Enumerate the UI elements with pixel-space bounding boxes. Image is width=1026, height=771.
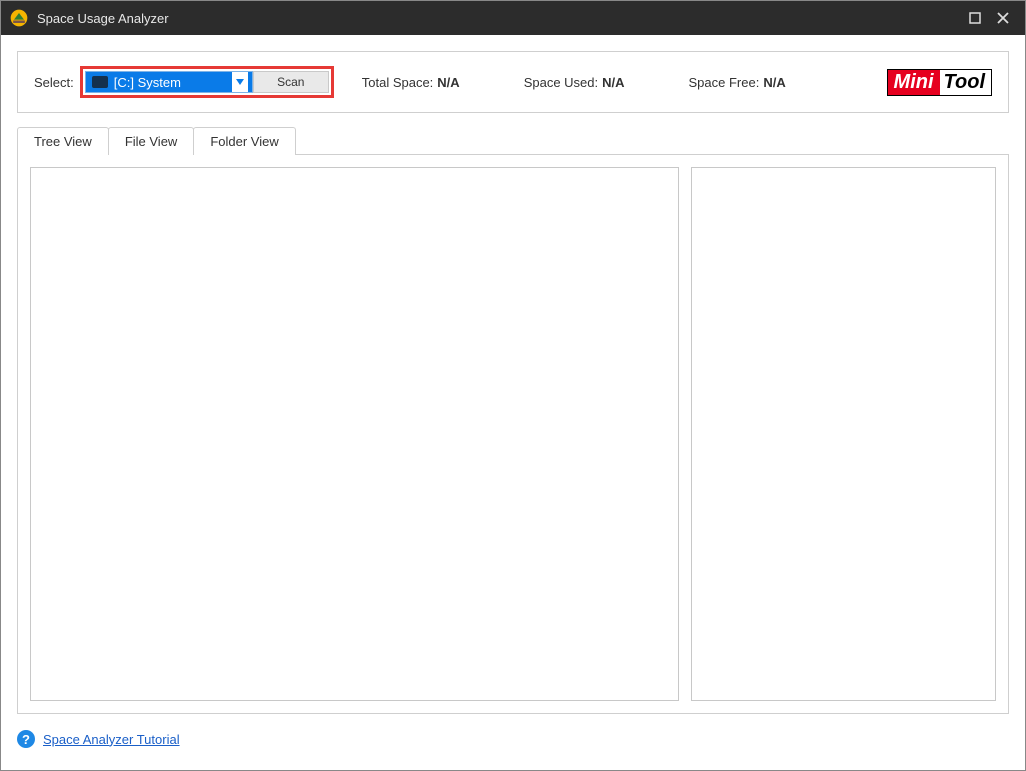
tab-file-view[interactable]: File View xyxy=(108,127,195,155)
details-panel xyxy=(691,167,996,701)
scan-button[interactable]: Scan xyxy=(253,71,329,93)
space-used-value: N/A xyxy=(602,75,624,90)
minitool-logo: Mini Tool xyxy=(887,69,992,96)
footer: ? Space Analyzer Tutorial xyxy=(1,722,1025,760)
tab-folder-view[interactable]: Folder View xyxy=(193,127,295,155)
tab-tree-view[interactable]: Tree View xyxy=(17,127,109,155)
logo-part1: Mini xyxy=(888,70,940,95)
space-used-label: Space Used: xyxy=(524,75,598,90)
total-space-label: Total Space: xyxy=(362,75,434,90)
tutorial-link[interactable]: Space Analyzer Tutorial xyxy=(43,732,180,747)
drive-select[interactable]: [C:] System xyxy=(85,71,253,93)
total-space-value: N/A xyxy=(437,75,459,90)
chevron-down-icon xyxy=(232,72,248,92)
window-title: Space Usage Analyzer xyxy=(37,11,169,26)
select-label: Select: xyxy=(34,75,74,90)
space-free-value: N/A xyxy=(763,75,785,90)
toolbar: Select: [C:] System Scan Total Space: N/… xyxy=(17,51,1009,113)
space-free: Space Free: N/A xyxy=(689,75,786,90)
titlebar: Space Usage Analyzer xyxy=(1,1,1025,35)
tree-panel xyxy=(30,167,679,701)
help-icon: ? xyxy=(17,730,35,748)
disk-icon xyxy=(92,76,108,88)
space-free-label: Space Free: xyxy=(689,75,760,90)
total-space: Total Space: N/A xyxy=(362,75,460,90)
highlight-box: [C:] System Scan xyxy=(80,66,334,98)
app-icon xyxy=(9,8,29,28)
tabs: Tree View File View Folder View xyxy=(17,127,1009,155)
close-button[interactable] xyxy=(989,4,1017,32)
logo-part2: Tool xyxy=(940,70,991,95)
tab-content xyxy=(17,154,1009,714)
drive-selected-text: [C:] System xyxy=(114,75,181,90)
maximize-button[interactable] xyxy=(961,4,989,32)
space-used: Space Used: N/A xyxy=(524,75,625,90)
